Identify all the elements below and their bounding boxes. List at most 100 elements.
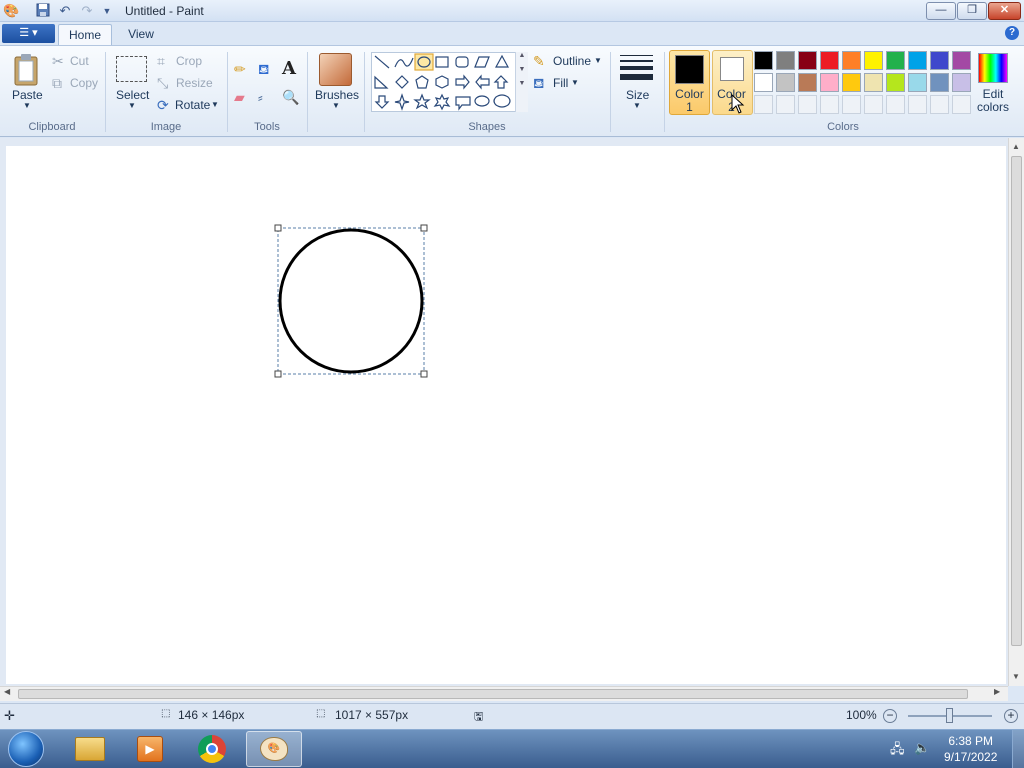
palette-swatch[interactable] xyxy=(820,95,839,114)
customize-quick-access-icon[interactable]: ▼ xyxy=(99,3,115,19)
network-icon[interactable]: 🖧 xyxy=(890,740,905,762)
help-icon[interactable]: ? xyxy=(1005,26,1019,40)
palette-swatch[interactable] xyxy=(798,95,817,114)
palette-swatch[interactable] xyxy=(952,95,971,114)
palette-swatch[interactable] xyxy=(864,51,883,70)
brushes-icon[interactable] xyxy=(319,53,352,86)
zoom-in-button[interactable]: + xyxy=(1004,709,1018,723)
select-icon[interactable] xyxy=(116,56,147,82)
color2-swatch xyxy=(720,57,744,81)
taskbar-chrome[interactable] xyxy=(184,731,240,767)
brushes-dropdown-icon[interactable]: ▼ xyxy=(332,101,340,110)
palette-swatch[interactable] xyxy=(776,95,795,114)
resize-handle xyxy=(274,370,282,378)
palette-swatch[interactable] xyxy=(908,51,927,70)
size-dropdown-icon[interactable]: ▼ xyxy=(633,101,641,110)
magnifier-icon[interactable]: 🔍 xyxy=(282,89,299,105)
color-picker-icon[interactable]: ⸗ xyxy=(258,89,263,105)
selected-circle-shape[interactable] xyxy=(270,222,432,382)
palette-swatch[interactable] xyxy=(776,73,795,92)
edit-colors-icon[interactable] xyxy=(978,53,1008,83)
palette-swatch[interactable] xyxy=(842,95,861,114)
file-size-icon: 🖫 xyxy=(474,711,484,723)
zoom-out-button[interactable]: − xyxy=(883,709,897,723)
palette-swatch[interactable] xyxy=(842,51,861,70)
palette-swatch[interactable] xyxy=(930,51,949,70)
tab-home[interactable]: Home xyxy=(58,24,112,46)
fill-bucket-icon[interactable]: ⛾ xyxy=(258,61,269,77)
palette-swatch[interactable] xyxy=(754,73,773,92)
palette-swatch[interactable] xyxy=(776,51,795,70)
palette-swatch[interactable] xyxy=(864,95,883,114)
palette-swatch[interactable] xyxy=(886,73,905,92)
rotate-button[interactable]: Rotate xyxy=(175,98,210,112)
resize-button[interactable]: Resize xyxy=(176,76,213,90)
size-icon[interactable] xyxy=(620,55,653,83)
paste-dropdown-icon[interactable]: ▼ xyxy=(23,101,31,110)
palette-swatch[interactable] xyxy=(930,73,949,92)
shapes-scroll[interactable]: ▲ ▼ ▼ xyxy=(515,52,528,112)
outline-icon[interactable]: ✎ xyxy=(533,53,545,69)
start-button[interactable] xyxy=(8,731,44,767)
palette-swatch[interactable] xyxy=(820,73,839,92)
pencil-icon[interactable]: ✏ xyxy=(234,61,246,77)
undo-icon[interactable]: ↶ xyxy=(57,3,73,19)
paint-menu-button[interactable]: ☰ ▾ xyxy=(2,24,55,43)
copy-button[interactable]: Copy xyxy=(70,76,98,90)
palette-swatch[interactable] xyxy=(864,73,883,92)
palette-swatch[interactable] xyxy=(908,95,927,114)
vertical-scrollbar[interactable]: ▲ ▼ xyxy=(1008,138,1024,686)
minimize-button[interactable]: — xyxy=(926,2,956,20)
cut-button[interactable]: Cut xyxy=(70,54,89,68)
palette-swatch[interactable] xyxy=(798,73,817,92)
resize-icon[interactable]: ⤡ xyxy=(157,75,168,91)
clock[interactable]: 6:38 PM 9/17/2022 xyxy=(944,733,997,765)
zoom-slider-thumb[interactable] xyxy=(946,708,953,723)
select-dropdown-icon[interactable]: ▼ xyxy=(128,101,136,110)
fill-icon[interactable]: ⛾ xyxy=(533,75,544,91)
outline-dropdown-icon[interactable]: ▼ xyxy=(594,56,602,65)
drawing-canvas[interactable] xyxy=(6,146,1006,684)
palette-swatch[interactable] xyxy=(886,51,905,70)
cut-icon[interactable]: ✂ xyxy=(52,53,64,69)
fill-button[interactable]: Fill xyxy=(553,76,568,90)
palette-swatch[interactable] xyxy=(952,51,971,70)
show-desktop-button[interactable] xyxy=(1012,730,1024,768)
rotate-icon[interactable]: ⟳ xyxy=(157,97,169,113)
rotate-dropdown-icon[interactable]: ▼ xyxy=(211,100,219,109)
palette-swatch[interactable] xyxy=(754,51,773,70)
palette-swatch[interactable] xyxy=(842,73,861,92)
palette-swatch[interactable] xyxy=(886,95,905,114)
palette-swatch[interactable] xyxy=(754,95,773,114)
brushes-button[interactable]: Brushes xyxy=(315,88,359,102)
palette-swatch[interactable] xyxy=(952,73,971,92)
taskbar-media-player[interactable]: ▶ xyxy=(122,731,178,767)
text-tool-icon[interactable]: A xyxy=(282,58,296,79)
palette-swatch[interactable] xyxy=(798,51,817,70)
paint-app-icon[interactable]: 🎨 xyxy=(3,3,19,19)
restore-button[interactable]: ❐ xyxy=(957,2,987,20)
copy-icon[interactable]: ⧉ xyxy=(52,75,62,91)
palette-swatch[interactable] xyxy=(820,51,839,70)
close-button[interactable]: ✕ xyxy=(988,2,1021,20)
save-icon[interactable] xyxy=(35,3,51,19)
crop-button[interactable]: Crop xyxy=(176,54,202,68)
resize-handle xyxy=(420,370,428,378)
tab-view[interactable]: View xyxy=(118,24,164,46)
crop-icon[interactable]: ⌗ xyxy=(157,53,165,69)
volume-icon[interactable]: 🔈 xyxy=(914,740,930,756)
paste-button[interactable]: Paste xyxy=(12,88,43,102)
size-button[interactable]: Size xyxy=(626,88,649,102)
select-button[interactable]: Select xyxy=(116,88,149,102)
outline-button[interactable]: Outline xyxy=(553,54,591,68)
redo-icon[interactable]: ↷ xyxy=(79,3,95,19)
eraser-icon[interactable]: ▰ xyxy=(234,89,245,105)
paste-icon[interactable] xyxy=(13,53,41,87)
taskbar-paint[interactable]: 🎨 xyxy=(246,731,302,767)
horizontal-scrollbar[interactable]: ◀ ▶ xyxy=(0,686,1008,701)
palette-swatch[interactable] xyxy=(930,95,949,114)
edit-colors-button[interactable]: Edit colors xyxy=(976,88,1010,114)
fill-dropdown-icon[interactable]: ▼ xyxy=(571,78,579,87)
palette-swatch[interactable] xyxy=(908,73,927,92)
taskbar-explorer[interactable] xyxy=(62,731,118,767)
